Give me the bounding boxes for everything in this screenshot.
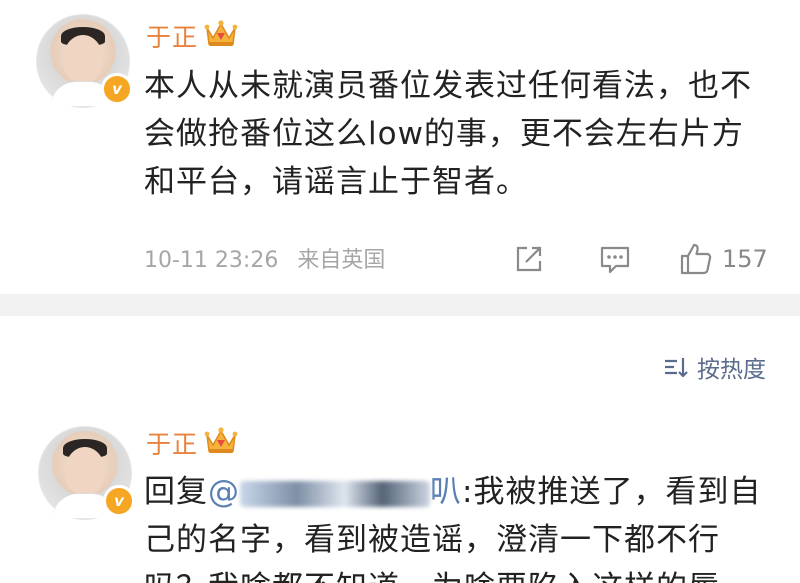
post-content-line: 会做抢番位这么low的事，更不会左右片方 (144, 116, 744, 152)
crown-icon (204, 427, 238, 453)
reply-mention-suffix: 叭 (430, 474, 462, 510)
crown-icon (204, 20, 238, 46)
post-source: 来自英国 (297, 248, 386, 273)
reply-mention[interactable]: @ 叭 (208, 474, 462, 510)
reply-prefix: 回复 (144, 474, 208, 510)
avatar[interactable]: v (38, 426, 135, 520)
avatar[interactable]: v (36, 14, 133, 108)
share-icon (516, 246, 542, 272)
post-content: 本人从未就演员番位发表过任何看法，也不 会做抢番位这么low的事，更不会左右片方… (144, 62, 794, 206)
verified-v-icon: v (101, 73, 133, 105)
like-button[interactable]: 157 (678, 241, 768, 277)
verified-v-icon: v (103, 485, 135, 517)
sort-label: 按热度 (697, 357, 766, 383)
sort-icon (665, 358, 688, 378)
reply-content-line: 回复@ 叭:我被推送了，看到自 (144, 468, 794, 516)
thumbs-up-icon (680, 243, 712, 275)
post-username[interactable]: 于正 (146, 18, 198, 54)
reply-username[interactable]: 于正 (146, 425, 198, 461)
post-timestamp: 10-11 23:26 (144, 248, 279, 273)
blurred-username (240, 480, 430, 507)
sort-by-hot-button[interactable]: 按热度 (663, 350, 766, 384)
post-meta: 10-11 23:26 来自英国 (144, 242, 385, 274)
weibo-post: v 于正 本人从未就演员番位发表过任何看法，也不 会做抢番位这么low的事，更不… (0, 0, 800, 290)
share-button[interactable] (512, 241, 546, 277)
comment-button[interactable] (598, 241, 632, 277)
reply-content-line: 吗？我啥都不知道，为啥要陷入这样的辱 (144, 564, 794, 583)
post-content-line: 本人从未就演员番位发表过任何看法，也不 (144, 68, 752, 104)
weibo-screen: v 于正 本人从未就演员番位发表过任何看法，也不 会做抢番位这么low的事，更不… (0, 0, 800, 583)
reply-text-first: :我被推送了，看到自 (462, 474, 762, 510)
section-divider (0, 294, 800, 316)
comment-icon (600, 246, 630, 274)
reply-content-line: 己的名字，看到被造谣，澄清一下都不行 (144, 522, 720, 558)
reply-content: 回复@叭:我被推送了，看到自 己的名字，看到被造谣，澄清一下都不行 吗？我啥都不… (144, 468, 794, 583)
post-content-line: 和平台，请谣言止于智者。 (144, 164, 528, 200)
like-count: 157 (722, 245, 768, 273)
